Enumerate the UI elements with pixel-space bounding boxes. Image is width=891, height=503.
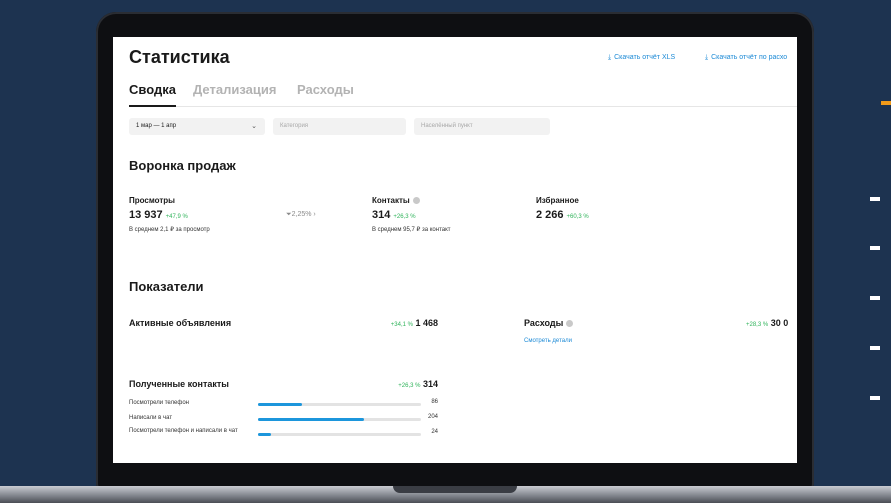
period-select[interactable]: 1 мар — 1 апр ⌄ [129,118,265,135]
breakdown-row-value: 204 [427,414,438,420]
laptop-notch [393,486,517,493]
breakdown-bar-fill [258,403,302,406]
download-expenses-link[interactable]: ⤓ Скачать отчёт по расхо [705,54,787,62]
breakdown-row-value: 86 [431,399,438,405]
conversion-rate[interactable]: ⏷2,25% › [286,211,316,219]
breakdown-row-label: Посмотрели телефон и написали в чат [129,428,238,434]
contacts-received-value: +26,3 % 314 [398,379,438,389]
breakdown-bar [258,418,421,421]
chevron-down-icon: ⌄ [251,123,257,130]
views-subtext: В среднем 2,1 ₽ за просмотр [129,227,210,233]
expenses-details-link[interactable]: Смотреть детали [524,338,572,344]
tab-details[interactable]: Детализация [193,82,276,97]
expenses-label: Расходы [524,318,574,328]
decor-dash [870,396,880,400]
contacts-received-label: Полученные контакты [129,379,229,389]
breakdown-bar [258,403,421,406]
favorites-label: Избранное [536,196,579,205]
active-ads-value: +34,1 % 1 468 [390,318,438,328]
views-label: Просмотры [129,196,176,205]
decor-dash [870,197,880,201]
contacts-delta: +26,3 % [393,214,416,220]
contacts-label: Контакты [372,196,420,205]
decor-dash-orange [881,101,891,105]
page-title: Статистика [129,47,230,67]
download-icon: ⤓ [608,54,612,61]
favorites-delta: +60,3 % [566,214,589,220]
breakdown-bar-fill [258,418,364,421]
views-value: 13 937 +47,9 % [129,209,188,221]
breakdown-row-label: Посмотрели телефон [129,400,189,406]
contacts-received-delta: +26,3 % [398,383,421,389]
location-input[interactable]: Населённый пункт [414,118,550,135]
views-delta: +47,9 % [165,214,188,220]
breakdown-bar [258,433,421,436]
decor-dash [870,346,880,350]
decor-dash [870,246,880,250]
download-xls-link[interactable]: ⤓ Скачать отчёт XLS [608,54,675,62]
indicators-title: Показатели [129,279,204,294]
tab-summary[interactable]: Сводка [129,82,176,107]
decor-dash [870,296,880,300]
active-ads-delta: +34,1 % [390,322,413,328]
breakdown-row-value: 24 [431,429,438,435]
category-input[interactable]: Категория [273,118,406,135]
active-ads-label: Активные объявления [129,318,232,328]
breakdown-bar-fill [258,433,272,436]
tab-expenses[interactable]: Расходы [297,82,354,97]
breakdown-row-label: Написали в чат [129,415,173,421]
info-icon[interactable] [412,197,420,205]
tab-bar: Сводка Детализация Расходы [129,80,797,107]
expenses-value: +28,3 % 30 0 [746,318,789,328]
expenses-delta: +28,3 % [746,322,769,328]
info-icon[interactable] [566,320,574,328]
favorites-value: 2 266 +60,3 % [536,209,589,221]
funnel-title: Воронка продаж [129,158,236,173]
app-screen: Статистика ⤓ Скачать отчёт XLS ⤓ Скачать о… [113,37,797,463]
contacts-value: 314 +26,3 % [372,209,416,221]
download-icon: ⤓ [705,54,709,61]
contacts-subtext: В среднем 95,7 ₽ за контакт [372,227,451,233]
